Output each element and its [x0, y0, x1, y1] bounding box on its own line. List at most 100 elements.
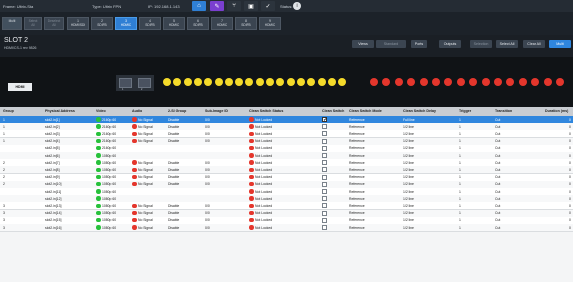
table-row[interactable]: 3 slot2.in[16] 1080p 60 No Signal Disable 0/0… [0, 224, 573, 232]
output-status-led[interactable] [481, 78, 490, 86]
views-button[interactable]: Views [352, 40, 374, 48]
clean-switch-checkbox[interactable] [322, 117, 327, 123]
column-header[interactable]: Transition [495, 109, 512, 113]
output-status-led[interactable] [456, 78, 465, 86]
tab-10[interactable]: 7 HDMIC [211, 17, 233, 30]
input-status-led[interactable] [173, 78, 182, 86]
column-header[interactable]: 2-SI Group [168, 109, 186, 113]
clean-switch-checkbox[interactable] [322, 131, 327, 137]
audio-status-icon [132, 138, 137, 144]
sub-image-cell: 0/0 [205, 175, 210, 180]
tab-6[interactable]: 3 HDMIC [115, 17, 137, 30]
input-status-led[interactable] [317, 78, 326, 86]
port-2[interactable] [138, 78, 151, 88]
group-2si-cell: Disable [168, 160, 180, 165]
group-cell: 1 [3, 131, 5, 136]
output-status-led[interactable] [394, 78, 403, 86]
input-status-led[interactable] [276, 78, 285, 86]
column-header[interactable]: Physical Address [45, 109, 75, 113]
column-header[interactable]: Clean Switch Mode [349, 109, 382, 113]
input-status-led[interactable] [338, 78, 347, 86]
clean-switch-checkbox[interactable] [322, 138, 327, 144]
input-status-led[interactable] [235, 78, 244, 86]
clean-switch-checkbox[interactable] [322, 160, 327, 166]
home-icon[interactable]: ⌂ [192, 1, 206, 11]
routing-icon[interactable]: ⑂ [227, 1, 241, 11]
tab-11[interactable]: 8 SDIFB [235, 17, 257, 30]
input-status-led[interactable] [245, 78, 254, 86]
output-status-led[interactable] [506, 78, 515, 86]
input-status-led[interactable] [224, 78, 233, 86]
select-all-button[interactable]: Select All [496, 40, 518, 48]
input-status-led[interactable] [266, 78, 274, 86]
input-status-led[interactable] [204, 78, 213, 86]
output-status-led[interactable] [543, 78, 552, 86]
sub-image-cell: 0/0 [205, 225, 210, 230]
standard-dropdown[interactable]: Standard [376, 40, 406, 48]
input-status-led[interactable] [163, 78, 171, 86]
input-status-led[interactable] [193, 78, 202, 86]
column-header[interactable]: Trigger [459, 109, 471, 113]
clean-switch-checkbox[interactable] [322, 167, 327, 173]
input-status-led[interactable] [255, 78, 264, 86]
column-header[interactable]: Sub-Image ID [205, 109, 228, 113]
clean-switch-checkbox[interactable] [322, 189, 327, 194]
clean-switch-checkbox[interactable] [322, 145, 327, 151]
tab-2[interactable]: Select All [24, 17, 42, 30]
input-status-led[interactable] [307, 78, 316, 86]
column-header[interactable]: Clean Switch [322, 109, 344, 113]
tab-4[interactable]: 1 HDMI/SDI [67, 17, 89, 30]
tab-12[interactable]: 9 HDMIC [259, 17, 281, 30]
clean-switch-checkbox[interactable] [322, 181, 327, 187]
output-status-led[interactable] [444, 78, 453, 86]
tab-5[interactable]: 2 SDIFB [91, 17, 113, 30]
tab-9[interactable]: 6 SDIFB [187, 17, 209, 30]
output-status-led[interactable] [407, 78, 416, 86]
output-status-led[interactable] [382, 78, 391, 86]
clean-switch-checkbox[interactable] [322, 225, 327, 230]
input-status-led[interactable] [327, 78, 336, 86]
output-status-led[interactable] [370, 78, 378, 86]
outputs-button[interactable]: Outputs [439, 40, 461, 48]
clean-switch-checkbox[interactable] [322, 174, 327, 180]
tab-1[interactable]: Multi [2, 17, 22, 30]
port-1[interactable] [119, 78, 132, 88]
output-status-led[interactable] [518, 78, 527, 86]
column-header[interactable]: Clean Switch Status [249, 109, 283, 113]
ports-button[interactable]: Ports [411, 40, 427, 48]
output-status-led[interactable] [432, 78, 440, 86]
input-status-led[interactable] [286, 78, 295, 86]
output-status-led[interactable] [419, 78, 428, 86]
column-header[interactable]: Duration (ms) [545, 109, 568, 113]
output-status-led[interactable] [556, 78, 564, 86]
clean-switch-checkbox[interactable] [322, 203, 327, 209]
clean-switch-checkbox[interactable] [322, 217, 327, 223]
output-status-led[interactable] [469, 78, 478, 86]
output-status-led[interactable] [531, 78, 540, 86]
column-header[interactable]: Clean Switch Delay [403, 109, 436, 113]
device-icon[interactable]: ▣ [244, 1, 258, 11]
output-status-led[interactable] [494, 78, 502, 86]
multi-button[interactable]: Multi [549, 40, 571, 48]
column-header[interactable]: Group [3, 109, 14, 113]
clean-switch-checkbox[interactable] [322, 196, 327, 202]
clean-switch-checkbox[interactable] [322, 124, 327, 130]
duration-cell: 0 [569, 117, 571, 122]
input-status-led[interactable] [296, 78, 305, 86]
column-header[interactable]: Video [96, 109, 106, 113]
input-status-led[interactable] [183, 78, 192, 86]
video-cell: 1080p 60 [102, 211, 117, 216]
status-label: Status: [280, 3, 293, 9]
input-status-led[interactable] [214, 78, 223, 86]
clean-switch-checkbox[interactable] [322, 153, 327, 158]
clear-all-button[interactable]: Clear All [523, 40, 545, 48]
clean-switch-checkbox[interactable] [322, 210, 327, 216]
tab-8[interactable]: 5 HDMIC [163, 17, 185, 30]
tab-3[interactable]: Deselect All [44, 17, 64, 30]
clean-switch-status-icon [249, 145, 254, 151]
tools-icon[interactable]: ✓ [261, 1, 275, 11]
pencil-icon[interactable]: ✎ [210, 1, 224, 11]
column-header[interactable]: Audio [132, 109, 142, 113]
info-icon[interactable]: i [293, 2, 301, 10]
tab-7[interactable]: 4 SDIFB [139, 17, 161, 30]
